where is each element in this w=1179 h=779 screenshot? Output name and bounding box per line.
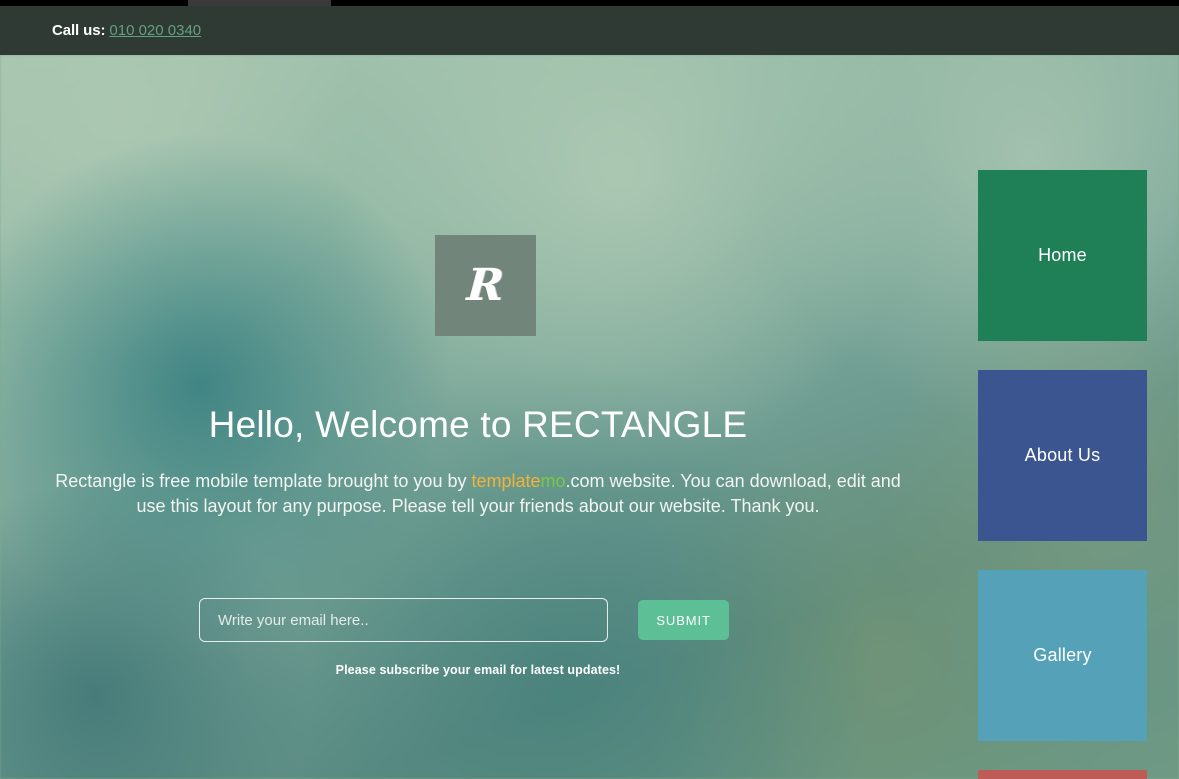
call-us-label: Call us: xyxy=(52,22,105,39)
hero-desc-part1: Rectangle is free mobile template brough… xyxy=(55,471,471,491)
hero-description: Rectangle is free mobile template brough… xyxy=(55,469,901,519)
subscribe-form: SUBMIT xyxy=(199,598,729,642)
nav-tile-label: About Us xyxy=(1025,445,1101,466)
submit-button[interactable]: SUBMIT xyxy=(638,600,729,640)
templatemo-link-part-a: template xyxy=(471,471,540,491)
hero-section: R Hello, Welcome to RECTANGLE Rectangle … xyxy=(0,55,1179,779)
phone-number-link[interactable]: 010 020 0340 xyxy=(109,22,201,39)
nav-tile-next[interactable] xyxy=(978,770,1147,779)
hero-title-prefix: Hello, Welcome to xyxy=(209,404,522,445)
subscribe-note: Please subscribe your email for latest u… xyxy=(0,663,956,677)
nav-tile-home[interactable]: Home xyxy=(978,170,1147,341)
nav-tile-gallery[interactable]: Gallery xyxy=(978,570,1147,741)
nav-tile-about-us[interactable]: About Us xyxy=(978,370,1147,541)
templatemo-link[interactable]: templatemo xyxy=(471,471,565,491)
nav-tile-label: Home xyxy=(1038,245,1087,266)
top-contact-bar: Call us:010 020 0340 xyxy=(0,6,1179,55)
site-logo[interactable]: R xyxy=(435,235,536,336)
hero-title-brand: RECTANGLE xyxy=(522,404,747,445)
hero-content: R Hello, Welcome to RECTANGLE Rectangle … xyxy=(0,55,956,779)
templatemo-link-part-b: mo xyxy=(541,471,566,491)
logo-letter-r-icon: R xyxy=(466,264,506,308)
call-us-block: Call us:010 020 0340 xyxy=(0,23,201,38)
email-input[interactable] xyxy=(199,598,608,642)
page-title: Hello, Welcome to RECTANGLE xyxy=(0,402,956,448)
nav-tile-label: Gallery xyxy=(1033,645,1091,666)
